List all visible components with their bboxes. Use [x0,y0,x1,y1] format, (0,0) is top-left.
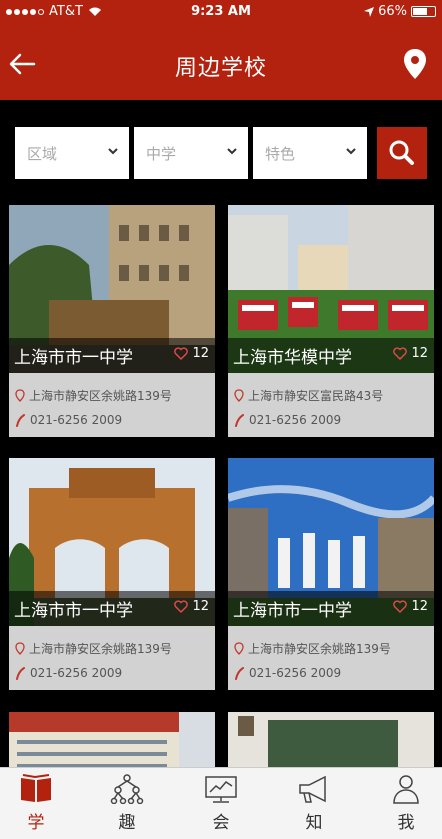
heart-icon [393,600,408,613]
network-icon [110,774,144,804]
tab-fun[interactable]: 趣 [97,774,157,836]
school-card[interactable]: 上海市华模中学 12 上海市静安区富民路43号 021-6256 2009 [228,205,434,437]
like-count-value: 12 [192,599,209,614]
school-name: 上海市市一中学 [14,348,133,368]
chevron-down-icon [227,148,237,155]
person-icon [393,775,419,804]
like-count[interactable]: 12 [393,599,428,614]
school-card[interactable]: 上海市市一中学 12 上海市静安区余姚路139号 021-6256 2009 [228,458,434,690]
card-info: 上海市静安区余姚路139号 021-6256 2009 [228,626,434,690]
chevron-down-icon [346,148,356,155]
tab-label: 学 [27,813,45,833]
map-pin-icon[interactable] [402,48,428,80]
tab-label: 我 [397,813,415,833]
map-pin-icon [15,642,25,655]
like-count[interactable]: 12 [174,346,209,361]
phone-icon [16,666,25,680]
tab-know[interactable]: 知 [284,774,344,836]
school-address: 上海市静安区余姚路139号 [29,642,172,656]
card-caption: 上海市市一中学 12 [9,591,215,627]
nav-bar: 周边学校 [0,24,442,100]
filter-bar: 区域 中学 特色 [0,100,442,197]
phone-icon [16,413,25,427]
battery-icon [411,6,436,17]
school-name: 上海市市一中学 [14,601,133,621]
school-card[interactable]: 上海市市一中学 12 上海市静安区余姚路139号 021-6256 2009 [9,205,215,437]
phone-row[interactable]: 021-6256 2009 [234,666,341,680]
phone-row[interactable]: 021-6256 2009 [234,413,341,427]
phone-row[interactable]: 021-6256 2009 [15,666,122,680]
search-icon [389,140,414,165]
school-phone: 021-6256 2009 [249,413,342,427]
address-row: 上海市静安区余姚路139号 [15,640,172,657]
school-photo-partial[interactable] [228,712,434,772]
chevron-down-icon [108,148,118,155]
like-count-value: 12 [411,599,428,614]
school-address: 上海市静安区余姚路139号 [29,389,172,403]
phone-icon [235,666,244,680]
tab-learn[interactable]: 学 [6,774,66,836]
school-phone: 021-6256 2009 [30,413,123,427]
address-row: 上海市静安区富民路43号 [234,387,383,404]
card-caption: 上海市市一中学 12 [9,338,215,374]
level-select[interactable]: 中学 [134,127,248,179]
map-pin-icon [15,389,25,402]
school-phone: 021-6256 2009 [249,666,342,680]
address-row: 上海市静安区余姚路139号 [234,640,391,657]
tab-bar: 学 趣 会 知 我 [0,767,442,839]
school-address: 上海市静安区富民路43号 [248,389,384,403]
card-caption: 上海市华模中学 12 [228,338,434,374]
level-select-label: 中学 [146,145,177,163]
battery-area: 66% [364,4,436,19]
presentation-icon [205,776,237,803]
phone-row[interactable]: 021-6256 2009 [15,413,122,427]
page-title: 周边学校 [174,56,267,81]
like-count-value: 12 [411,346,428,361]
region-select-label: 区域 [27,145,58,163]
card-info: 上海市静安区余姚路139号 021-6256 2009 [9,373,215,437]
feature-select-label: 特色 [265,145,296,163]
phone-icon [235,413,244,427]
search-button[interactable] [377,127,427,179]
school-name: 上海市市一中学 [233,601,352,621]
heart-icon [393,347,408,360]
like-count[interactable]: 12 [174,599,209,614]
like-count[interactable]: 12 [393,346,428,361]
tab-meet[interactable]: 会 [191,774,251,836]
school-photo-partial[interactable] [9,712,215,772]
heart-icon [174,347,189,360]
tab-label: 知 [305,813,323,833]
feature-select[interactable]: 特色 [253,127,367,179]
heart-icon [174,600,189,613]
megaphone-icon [299,775,326,803]
school-card[interactable]: 上海市市一中学 12 上海市静安区余姚路139号 021-6256 2009 [9,458,215,690]
map-pin-icon [234,642,244,655]
card-info: 上海市静安区富民路43号 021-6256 2009 [228,373,434,437]
tab-me[interactable]: 我 [376,774,436,836]
map-pin-icon [234,389,244,402]
card-info: 上海市静安区余姚路139号 021-6256 2009 [9,626,215,690]
tab-label: 趣 [118,813,136,833]
book-icon [21,774,51,802]
school-phone: 021-6256 2009 [30,666,123,680]
like-count-value: 12 [192,346,209,361]
region-select[interactable]: 区域 [15,127,129,179]
address-row: 上海市静安区余姚路139号 [15,387,172,404]
battery-percent: 66% [378,4,407,19]
card-caption: 上海市市一中学 12 [228,591,434,627]
location-arrow-icon [364,6,375,17]
tab-label: 会 [212,813,230,833]
school-name: 上海市华模中学 [233,348,352,368]
status-bar: AT&T 9:23 AM 66% [0,0,442,24]
school-address: 上海市静安区余姚路139号 [248,642,391,656]
